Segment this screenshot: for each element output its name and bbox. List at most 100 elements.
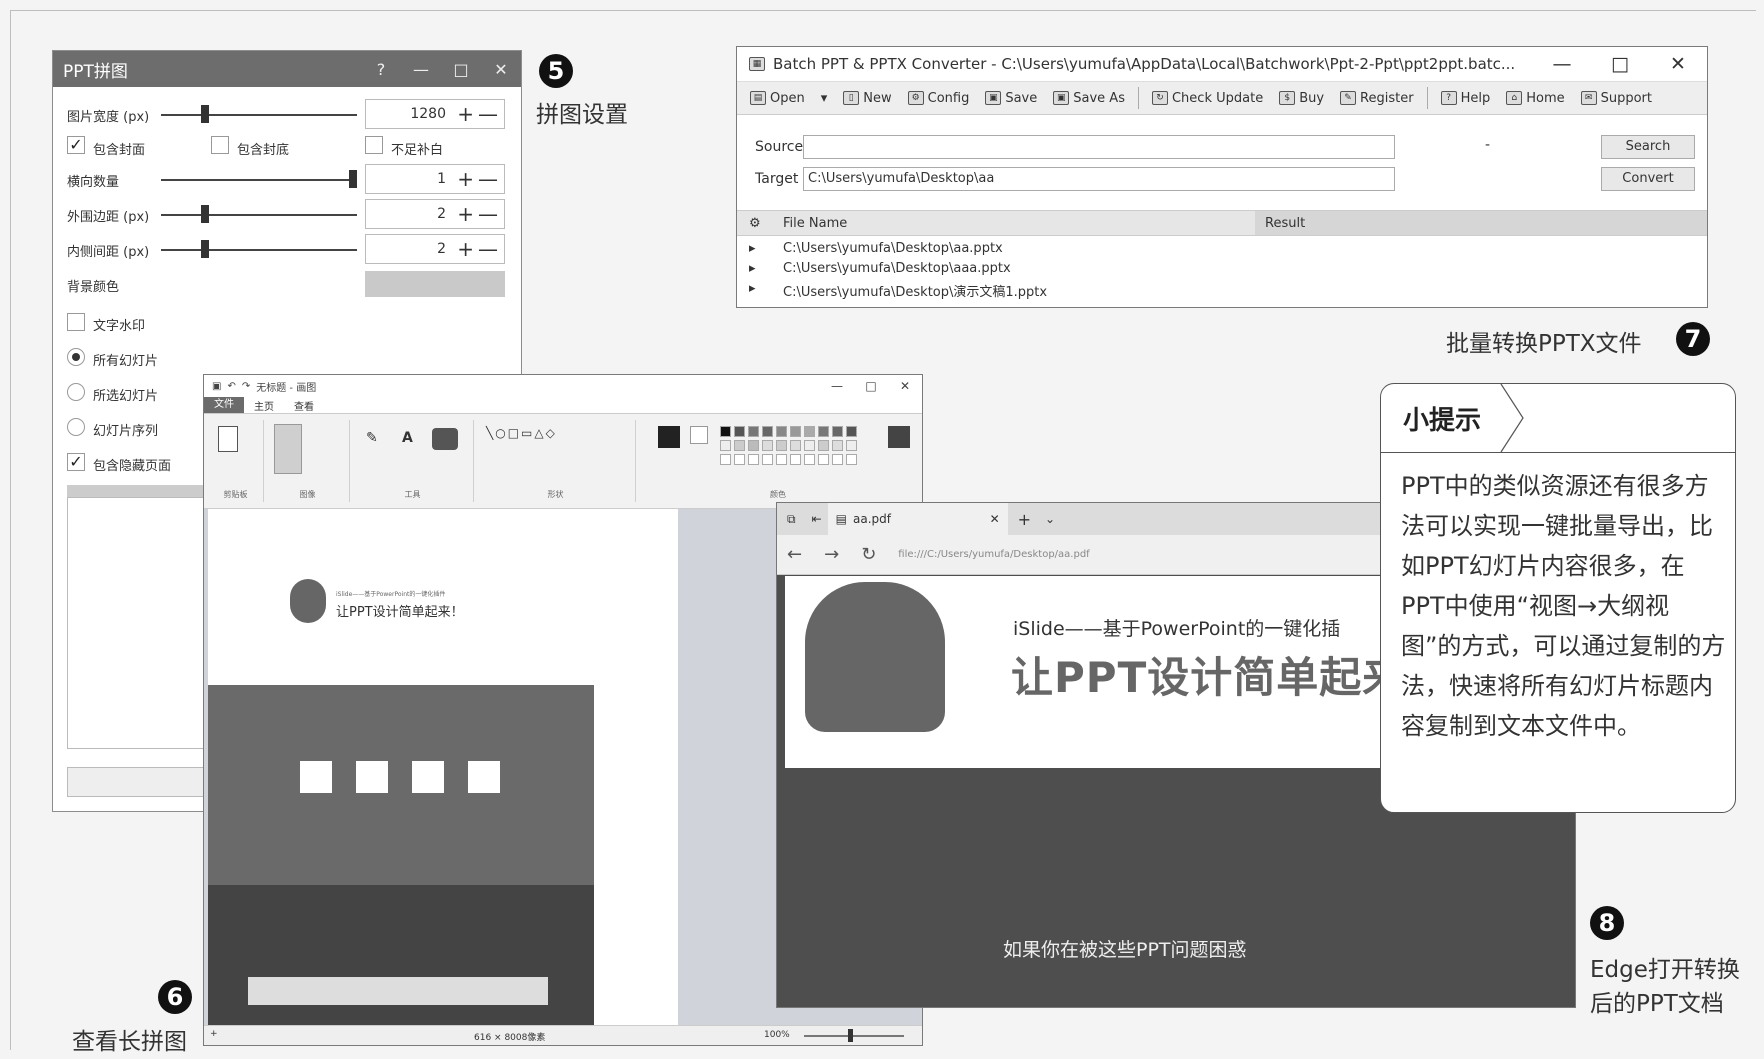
open-button[interactable]: ▤ Open — [743, 91, 812, 106]
edge-tab[interactable]: ▤ aa.pdf ✕ — [827, 503, 1008, 535]
maximize-button[interactable]: □ — [441, 60, 481, 79]
save-button[interactable]: ▣ Save — [978, 91, 1044, 106]
new-icon: ▯ — [843, 91, 860, 105]
close-button[interactable]: ✕ — [481, 60, 521, 79]
col-result[interactable]: Result — [1265, 216, 1305, 231]
home-button[interactable]: ⌂ Home — [1499, 91, 1571, 106]
h-count-slider-thumb[interactable] — [349, 170, 357, 188]
search-button[interactable]: Search — [1601, 135, 1695, 159]
slide-small-text: iSlide——基于PowerPoint的一键化插件 — [336, 591, 446, 598]
convert-button[interactable]: Convert — [1601, 167, 1695, 191]
brush-icon[interactable] — [432, 428, 458, 450]
bg-color-swatch[interactable] — [365, 271, 505, 297]
help-button[interactable]: ? Help — [1434, 91, 1498, 106]
fill-blank-label: 不足补白 — [391, 143, 444, 158]
converter-maximize-button[interactable]: □ — [1591, 53, 1649, 75]
outer-margin-input[interactable]: 2 + — — [365, 199, 505, 229]
open-dropdown-button[interactable]: ▾ — [814, 91, 835, 106]
forward-arrow-icon[interactable]: → — [824, 544, 839, 565]
target-input[interactable]: C:\Users\yumufa\Desktop\aa — [803, 167, 1395, 191]
outer-margin-slider[interactable] — [161, 214, 357, 216]
row-expand-icon[interactable]: ▸ — [749, 261, 756, 276]
tabs-aside-icon[interactable]: ⧉ — [777, 512, 806, 527]
config-button[interactable]: ⚙ Config — [901, 91, 977, 106]
check-update-button[interactable]: ↻ Check Update — [1145, 91, 1270, 106]
include-cover-checkbox[interactable]: ✓ — [67, 136, 85, 154]
refresh-icon[interactable]: ↻ — [861, 544, 876, 565]
redo-icon[interactable]: ↷ — [242, 381, 250, 392]
converter-minimize-button[interactable]: — — [1533, 53, 1591, 75]
image-group: 图像 — [266, 420, 350, 502]
include-back-checkbox[interactable] — [211, 136, 229, 154]
edit-colors-icon[interactable] — [888, 426, 910, 448]
slide-sequence-radio[interactable] — [67, 418, 85, 436]
row-expand-icon[interactable]: ▸ — [749, 241, 756, 256]
new-tab-button[interactable]: + — [1008, 510, 1041, 529]
buy-button[interactable]: $ Buy — [1272, 91, 1331, 106]
inner-margin-input[interactable]: 2 + — — [365, 234, 505, 264]
h-count-minus-button[interactable]: — — [478, 167, 498, 191]
include-hidden-checkbox[interactable]: ✓ — [67, 453, 85, 471]
inner-margin-slider-thumb[interactable] — [201, 240, 209, 258]
source-input[interactable] — [803, 135, 1395, 159]
new-button[interactable]: ▯ New — [836, 91, 898, 106]
width-minus-button[interactable]: — — [478, 102, 498, 126]
tip-divider — [1381, 452, 1735, 453]
back-arrow-icon[interactable]: ← — [787, 544, 802, 565]
menu-view[interactable]: 查看 — [284, 398, 324, 413]
converter-close-button[interactable]: ✕ — [1649, 53, 1707, 75]
all-slides-radio[interactable] — [67, 348, 85, 366]
help-button[interactable]: ? — [361, 60, 401, 79]
register-button[interactable]: ✎ Register — [1333, 91, 1421, 106]
toolbar-divider — [1137, 87, 1139, 109]
width-plus-button[interactable]: + — [457, 102, 474, 126]
outer-margin-minus-button[interactable]: — — [478, 202, 498, 226]
inner-margin-plus-button[interactable]: + — [457, 237, 474, 261]
paint-maximize-button[interactable]: □ — [854, 379, 888, 393]
row-expand-icon[interactable]: ▸ — [749, 281, 756, 296]
menu-file[interactable]: 文件 — [204, 397, 244, 413]
width-slider-thumb[interactable] — [201, 105, 209, 123]
zoom-slider[interactable] — [804, 1035, 904, 1037]
col-file-name[interactable]: File Name — [783, 216, 847, 231]
fill-blank-checkbox[interactable] — [365, 136, 383, 154]
file-grid-header: ⚙ File Name Result — [737, 210, 1707, 236]
shapes-icon[interactable]: ╲○□▭△◇ — [486, 426, 557, 440]
save-icon[interactable]: ▣ — [212, 381, 221, 392]
tab-title: aa.pdf — [852, 512, 891, 526]
zoom-slider-thumb[interactable] — [848, 1029, 853, 1042]
minimize-button[interactable]: — — [401, 60, 441, 79]
tip-tab-edge — [1500, 384, 1524, 453]
back-tabs-icon[interactable]: ⇤ — [806, 512, 828, 526]
h-count-plus-button[interactable]: + — [457, 167, 474, 191]
paint-close-button[interactable]: ✕ — [888, 379, 922, 393]
inner-margin-minus-button[interactable]: — — [478, 237, 498, 261]
grid-settings-icon[interactable]: ⚙ — [749, 216, 761, 231]
colors-group: 颜色 — [638, 420, 918, 502]
color1-swatch[interactable] — [658, 426, 680, 448]
register-label: Register — [1360, 90, 1414, 106]
tab-list-icon[interactable]: ⌄ — [1041, 512, 1059, 526]
save-as-button[interactable]: ▣ Save As — [1046, 91, 1132, 106]
width-slider[interactable] — [161, 114, 357, 116]
undo-icon[interactable]: ↶ — [227, 381, 235, 392]
paint-minimize-button[interactable]: — — [820, 379, 854, 393]
watermark-checkbox[interactable] — [67, 313, 85, 331]
menu-home[interactable]: 主页 — [244, 398, 284, 413]
outer-margin-plus-button[interactable]: + — [457, 202, 474, 226]
width-input[interactable]: 1280 + — — [365, 99, 505, 129]
text-icon[interactable]: A — [402, 430, 413, 446]
select-icon[interactable] — [274, 424, 302, 474]
h-count-input[interactable]: 1 + — — [365, 164, 505, 194]
url-field[interactable]: file:///C:/Users/yumufa/Desktop/aa.pdf — [898, 549, 1089, 560]
tab-close-icon[interactable]: ✕ — [990, 512, 1008, 526]
h-count-slider[interactable] — [161, 179, 357, 181]
outer-margin-slider-thumb[interactable] — [201, 205, 209, 223]
color2-swatch[interactable] — [690, 426, 708, 444]
color-palette[interactable] — [720, 426, 880, 474]
selected-slides-radio[interactable] — [67, 383, 85, 401]
inner-margin-slider[interactable] — [161, 249, 357, 251]
pencil-icon[interactable]: ✎ — [366, 430, 378, 446]
support-button[interactable]: ✉ Support — [1574, 91, 1659, 106]
paste-icon[interactable] — [218, 426, 238, 452]
